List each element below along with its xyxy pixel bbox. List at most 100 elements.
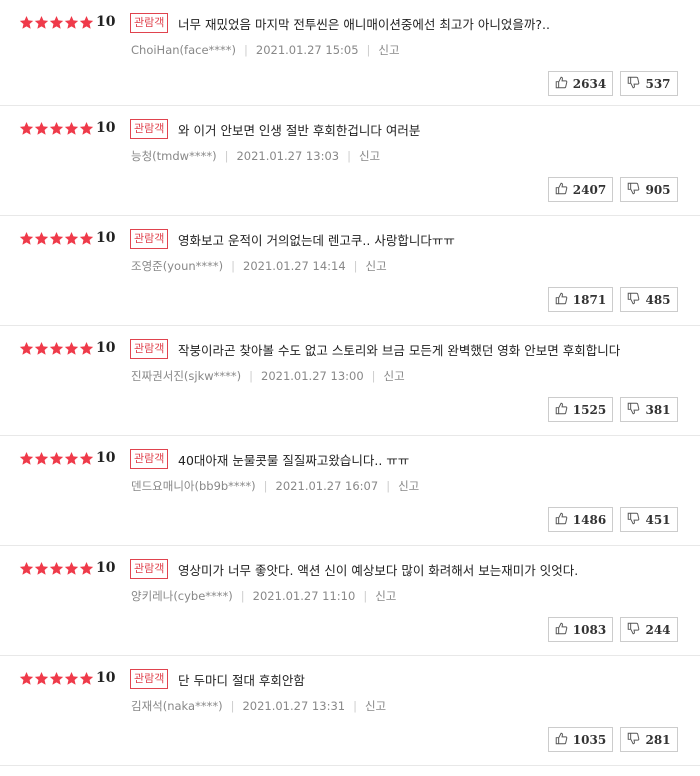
rating-score: 10 bbox=[96, 14, 116, 30]
review-text: 단 두마디 절대 후회안함 bbox=[178, 673, 305, 688]
review-list: 10 관람객 너무 재밌었음 마지막 전투씬은 애니매이션중에선 최고가 아니었을까… bbox=[0, 0, 700, 766]
like-button[interactable]: 1525 bbox=[548, 397, 613, 422]
report-link[interactable]: 신고 bbox=[398, 478, 419, 494]
thumbs-down-icon bbox=[627, 512, 645, 528]
separator: | bbox=[230, 699, 235, 713]
separator: | bbox=[231, 259, 236, 273]
viewer-badge: 관람객 bbox=[130, 13, 169, 33]
separator: | bbox=[263, 479, 268, 493]
star-icon bbox=[19, 15, 34, 30]
review-meta: 능청(tmdw****) | 2021.01.27 13:03 | 신고 bbox=[131, 148, 380, 164]
rating-score: 10 bbox=[96, 120, 116, 136]
review-meta: 양키레나(cybe****) | 2021.01.27 11:10 | 신고 bbox=[131, 588, 396, 604]
report-link[interactable]: 신고 bbox=[384, 368, 405, 384]
thumbs-up-icon bbox=[555, 622, 573, 638]
like-count: 1035 bbox=[572, 732, 607, 747]
like-count: 2634 bbox=[572, 76, 607, 91]
star-icon bbox=[64, 341, 79, 356]
vote-buttons: 2634 537 bbox=[548, 71, 678, 96]
vote-buttons: 1871 485 bbox=[548, 287, 678, 312]
dislike-button[interactable]: 537 bbox=[620, 71, 678, 96]
thumbs-down-icon bbox=[627, 622, 645, 638]
separator: | bbox=[244, 43, 248, 57]
star-rating bbox=[19, 671, 94, 686]
review-meta: 진짜권서진(sjkw****) | 2021.01.27 13:00 | 신고 bbox=[131, 368, 405, 384]
viewer-badge: 관람객 bbox=[130, 229, 169, 249]
review-date: 2021.01.27 14:14 bbox=[243, 259, 346, 273]
author-name[interactable]: 김재석(naka****) bbox=[131, 698, 223, 714]
vote-buttons: 2407 905 bbox=[548, 177, 678, 202]
like-button[interactable]: 1035 bbox=[548, 727, 613, 752]
dislike-count: 485 bbox=[645, 292, 671, 307]
star-icon bbox=[79, 121, 94, 136]
like-count: 1525 bbox=[572, 402, 607, 417]
author-name[interactable]: 조영준(youn****) bbox=[131, 258, 223, 274]
like-button[interactable]: 2634 bbox=[548, 71, 613, 96]
dislike-button[interactable]: 381 bbox=[620, 397, 678, 422]
like-button[interactable]: 1083 bbox=[548, 617, 613, 642]
star-icon bbox=[64, 15, 79, 30]
star-icon bbox=[34, 231, 49, 246]
dislike-button[interactable]: 451 bbox=[620, 507, 678, 532]
separator: | bbox=[353, 699, 357, 713]
author-name[interactable]: 양키레나(cybe****) bbox=[131, 588, 233, 604]
like-count: 1871 bbox=[572, 292, 607, 307]
review-meta: ChoiHan(face****) | 2021.01.27 15:05 | 신고 bbox=[131, 42, 400, 58]
star-icon bbox=[49, 121, 64, 136]
like-count: 1083 bbox=[572, 622, 607, 637]
star-icon bbox=[19, 231, 34, 246]
review-text: 영화보고 운적이 거의없는데 렌고쿠.. 사랑합니다ㅠㅠ bbox=[178, 233, 455, 248]
dislike-count: 537 bbox=[645, 76, 671, 91]
star-icon bbox=[34, 671, 49, 686]
star-rating bbox=[19, 231, 94, 246]
star-rating bbox=[19, 15, 94, 30]
report-link[interactable]: 신고 bbox=[375, 588, 396, 604]
vote-buttons: 1486 451 bbox=[548, 507, 678, 532]
thumbs-up-icon bbox=[555, 732, 573, 748]
viewer-badge: 관람객 bbox=[130, 449, 169, 469]
star-icon bbox=[64, 231, 79, 246]
report-link[interactable]: 신고 bbox=[366, 258, 387, 274]
star-icon bbox=[19, 341, 34, 356]
star-icon bbox=[49, 15, 64, 30]
review-text: 너무 재밌었음 마지막 전투씬은 애니매이션중에선 최고가 아니었을까?.. bbox=[178, 17, 550, 32]
star-icon bbox=[19, 561, 34, 576]
review-date: 2021.01.27 11:10 bbox=[252, 589, 356, 603]
star-icon bbox=[19, 121, 34, 136]
vote-buttons: 1035 281 bbox=[548, 727, 678, 752]
review-item: 10 관람객 단 두마디 절대 후회안함 김재석(naka****) | 2021.01.… bbox=[0, 656, 700, 766]
review-item: 10 관람객 영상미가 너무 좋앗다. 액션 신이 예상보다 많이 화려해서 보는재… bbox=[0, 546, 700, 656]
review-item: 10 관람객 영화보고 운적이 거의없는데 렌고쿠.. 사랑합니다ㅠㅠ 조영준(you… bbox=[0, 216, 700, 326]
star-icon bbox=[79, 15, 94, 30]
author-name[interactable]: 진짜권서진(sjkw****) bbox=[131, 368, 241, 384]
rating-score: 10 bbox=[96, 340, 116, 356]
author-name[interactable]: ChoiHan(face****) bbox=[131, 43, 236, 57]
report-link[interactable]: 신고 bbox=[359, 148, 380, 164]
star-icon bbox=[49, 231, 64, 246]
viewer-badge: 관람객 bbox=[130, 559, 169, 579]
separator: | bbox=[386, 479, 391, 493]
review-item: 10 관람객 작붕이라곤 찾아볼 수도 없고 스토리와 브금 모든게 완벽했던 영화… bbox=[0, 326, 700, 436]
vote-buttons: 1525 381 bbox=[548, 397, 678, 422]
like-button[interactable]: 2407 bbox=[548, 177, 613, 202]
separator: | bbox=[366, 43, 371, 57]
author-name[interactable]: 능청(tmdw****) bbox=[131, 148, 217, 164]
review-date: 2021.01.27 16:07 bbox=[275, 479, 379, 493]
author-name[interactable]: 덴드요매니아(bb9b****) bbox=[131, 478, 256, 494]
report-link[interactable]: 신고 bbox=[378, 42, 399, 58]
report-link[interactable]: 신고 bbox=[365, 698, 386, 714]
dislike-button[interactable]: 244 bbox=[620, 617, 678, 642]
star-rating bbox=[19, 121, 94, 136]
star-icon bbox=[79, 671, 94, 686]
like-button[interactable]: 1486 bbox=[548, 507, 613, 532]
star-icon bbox=[64, 121, 79, 136]
dislike-button[interactable]: 485 bbox=[620, 287, 678, 312]
separator: | bbox=[371, 369, 376, 383]
dislike-button[interactable]: 281 bbox=[620, 727, 678, 752]
like-button[interactable]: 1871 bbox=[548, 287, 613, 312]
separator: | bbox=[347, 149, 351, 163]
viewer-badge: 관람객 bbox=[130, 339, 169, 359]
thumbs-down-icon bbox=[627, 732, 645, 748]
dislike-count: 451 bbox=[645, 512, 671, 527]
dislike-button[interactable]: 905 bbox=[620, 177, 678, 202]
